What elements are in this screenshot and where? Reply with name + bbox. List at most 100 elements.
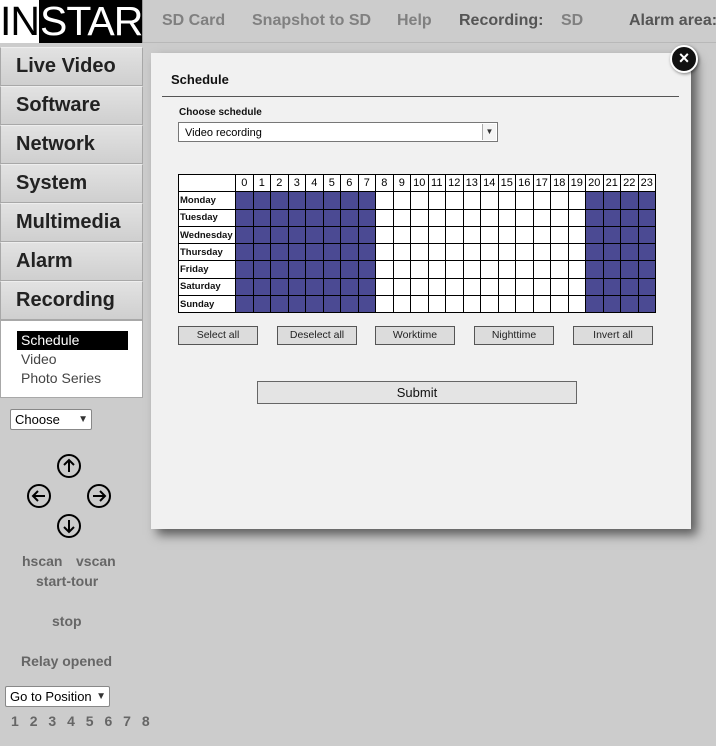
- schedule-cell[interactable]: [497, 295, 516, 314]
- schedule-cell[interactable]: [427, 191, 446, 210]
- schedule-cell[interactable]: [532, 277, 551, 297]
- schedule-cell[interactable]: [235, 277, 254, 297]
- schedule-cell[interactable]: [532, 191, 551, 210]
- schedule-cell[interactable]: [287, 191, 306, 210]
- schedule-cell[interactable]: [480, 277, 499, 297]
- schedule-cell[interactable]: [270, 208, 289, 227]
- schedule-cell[interactable]: [497, 277, 516, 297]
- schedule-cell[interactable]: [340, 243, 359, 262]
- schedule-cell[interactable]: [322, 243, 341, 262]
- schedule-cell[interactable]: [427, 208, 446, 227]
- schedule-cell[interactable]: [375, 191, 394, 210]
- schedule-cell[interactable]: [620, 191, 639, 210]
- schedule-cell[interactable]: [620, 243, 639, 262]
- pan-left-button[interactable]: [27, 484, 51, 508]
- schedule-cell[interactable]: [252, 243, 271, 262]
- schedule-cell[interactable]: [550, 208, 569, 227]
- instar-logo[interactable]: IN STAR: [0, 0, 143, 43]
- schedule-cell[interactable]: [392, 225, 411, 245]
- schedule-cell[interactable]: [252, 260, 271, 279]
- schedule-type-select[interactable]: Video recording ▼: [178, 122, 498, 142]
- position-link[interactable]: 6: [104, 713, 115, 729]
- schedule-cell[interactable]: [585, 225, 604, 245]
- schedule-cell[interactable]: [270, 191, 289, 210]
- schedule-cell[interactable]: [410, 225, 429, 245]
- schedule-cell[interactable]: [480, 191, 499, 210]
- stop-button[interactable]: stop: [52, 613, 82, 629]
- position-link[interactable]: 8: [142, 713, 153, 729]
- schedule-cell[interactable]: [637, 208, 656, 227]
- schedule-cell[interactable]: [497, 208, 516, 227]
- schedule-cell[interactable]: [497, 225, 516, 245]
- schedule-cell[interactable]: [322, 191, 341, 210]
- schedule-cell[interactable]: [357, 191, 376, 210]
- schedule-cell[interactable]: [602, 191, 621, 210]
- vscan-button[interactable]: vscan: [76, 553, 116, 569]
- schedule-cell[interactable]: [637, 295, 656, 314]
- position-link[interactable]: 3: [48, 713, 59, 729]
- schedule-cell[interactable]: [287, 208, 306, 227]
- schedule-cell[interactable]: [305, 260, 324, 279]
- schedule-cell[interactable]: [340, 208, 359, 227]
- schedule-cell[interactable]: [480, 243, 499, 262]
- schedule-cell[interactable]: [462, 260, 481, 279]
- schedule-cell[interactable]: [480, 208, 499, 227]
- schedule-cell[interactable]: [462, 191, 481, 210]
- pan-right-button[interactable]: [87, 484, 111, 508]
- start-tour-button[interactable]: start-tour: [36, 573, 98, 589]
- schedule-cell[interactable]: [445, 295, 464, 314]
- schedule-cell[interactable]: [515, 191, 534, 210]
- schedule-cell[interactable]: [322, 277, 341, 297]
- schedule-cell[interactable]: [287, 243, 306, 262]
- schedule-cell[interactable]: [462, 208, 481, 227]
- schedule-cell[interactable]: [410, 295, 429, 314]
- schedule-cell[interactable]: [375, 277, 394, 297]
- schedule-cell[interactable]: [480, 260, 499, 279]
- invert-all-button[interactable]: Invert all: [573, 326, 653, 345]
- schedule-cell[interactable]: [602, 260, 621, 279]
- schedule-cell[interactable]: [235, 225, 254, 245]
- schedule-cell[interactable]: [515, 295, 534, 314]
- position-link[interactable]: 5: [86, 713, 97, 729]
- schedule-cell[interactable]: [375, 225, 394, 245]
- sidebar-item-system[interactable]: System: [0, 164, 143, 203]
- schedule-cell[interactable]: [550, 225, 569, 245]
- schedule-cell[interactable]: [410, 277, 429, 297]
- schedule-cell[interactable]: [340, 191, 359, 210]
- submenu-item-schedule[interactable]: Schedule: [17, 331, 128, 350]
- position-link[interactable]: 4: [67, 713, 78, 729]
- select-all-button[interactable]: Select all: [178, 326, 258, 345]
- schedule-cell[interactable]: [357, 277, 376, 297]
- submenu-item-video[interactable]: Video: [17, 350, 128, 369]
- schedule-cell[interactable]: [585, 191, 604, 210]
- schedule-cell[interactable]: [532, 295, 551, 314]
- schedule-cell[interactable]: [235, 243, 254, 262]
- schedule-cell[interactable]: [252, 225, 271, 245]
- schedule-cell[interactable]: [637, 191, 656, 210]
- schedule-cell[interactable]: [567, 277, 586, 297]
- schedule-cell[interactable]: [620, 295, 639, 314]
- schedule-cell[interactable]: [357, 225, 376, 245]
- schedule-cell[interactable]: [375, 243, 394, 262]
- schedule-cell[interactable]: [305, 295, 324, 314]
- schedule-cell[interactable]: [270, 243, 289, 262]
- schedule-cell[interactable]: [305, 277, 324, 297]
- sidebar-item-alarm[interactable]: Alarm: [0, 242, 143, 281]
- hscan-button[interactable]: hscan: [22, 553, 62, 569]
- schedule-cell[interactable]: [462, 277, 481, 297]
- sidebar-item-software[interactable]: Software: [0, 86, 143, 125]
- schedule-cell[interactable]: [357, 208, 376, 227]
- schedule-cell[interactable]: [427, 295, 446, 314]
- nav-snapshot-to-sd[interactable]: Snapshot to SD: [252, 0, 371, 42]
- schedule-cell[interactable]: [567, 225, 586, 245]
- schedule-cell[interactable]: [445, 260, 464, 279]
- schedule-cell[interactable]: [445, 243, 464, 262]
- schedule-cell[interactable]: [252, 191, 271, 210]
- schedule-cell[interactable]: [392, 191, 411, 210]
- schedule-cell[interactable]: [480, 295, 499, 314]
- schedule-cell[interactable]: [322, 208, 341, 227]
- schedule-cell[interactable]: [410, 208, 429, 227]
- schedule-cell[interactable]: [445, 277, 464, 297]
- schedule-cell[interactable]: [585, 243, 604, 262]
- nav-help[interactable]: Help: [397, 0, 432, 42]
